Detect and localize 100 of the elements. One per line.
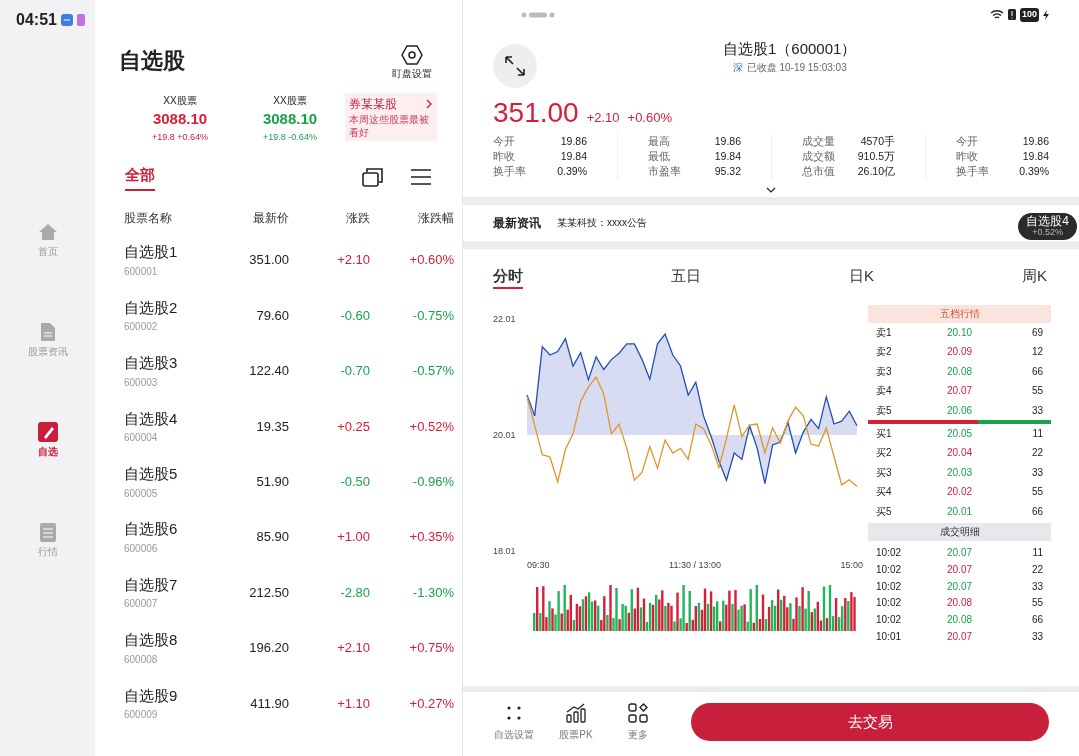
stock-price: 212.50: [248, 583, 289, 602]
promo-card[interactable]: 券某某股 本周这些股票最被看好: [345, 93, 437, 141]
index-name: XX股票: [273, 94, 307, 108]
order-volume: 11: [1031, 545, 1043, 560]
watch-settings-button[interactable]: 盯盘设置: [392, 44, 432, 81]
y-tick-label: 20.01: [493, 430, 516, 440]
chart-tab[interactable]: 日K: [848, 264, 874, 289]
bid-label: 买3: [876, 465, 893, 480]
chart-tab[interactable]: 分时: [493, 264, 523, 289]
trade-time: 10:02: [876, 613, 903, 628]
index-value: 3088.10: [262, 109, 318, 129]
stock-price: 122.40: [248, 362, 289, 381]
trade-detail-header: 成交明细: [868, 522, 1051, 541]
stat-label: 昨收: [493, 148, 515, 164]
stat-label: 换手率: [493, 163, 526, 179]
price-change: +2.10: [586, 109, 620, 127]
stock-price: 196.20: [248, 639, 289, 658]
order-price: 20.07: [947, 545, 972, 560]
stat-value: 0.39%: [1019, 163, 1049, 179]
stock-name: 自选股9: [124, 685, 179, 706]
stock-change: +2.10: [336, 251, 371, 270]
expand-button[interactable]: [493, 43, 537, 88]
order-volume: 33: [1030, 465, 1043, 480]
trade-time: 10:02: [876, 579, 903, 594]
stock-percent: +0.52%: [408, 417, 454, 436]
stock-name: 自选股6: [124, 519, 179, 540]
filter-tab[interactable]: 全部: [125, 164, 155, 191]
order-volume: 55: [1030, 384, 1043, 399]
order-book-header: 五档行情: [868, 305, 1051, 323]
stock-change: +2.10: [336, 639, 371, 658]
order-price: 20.08: [947, 613, 972, 628]
stock-change: -0.60: [339, 306, 371, 325]
order-volume: 55: [1030, 485, 1043, 500]
stock-price: 411.90: [249, 694, 289, 713]
chevron-right-icon: [425, 99, 433, 109]
trade-time: 10:01: [876, 629, 903, 644]
order-volume: 33: [1030, 629, 1043, 644]
stock-change: -0.70: [339, 362, 371, 381]
stock-percent: -0.75%: [411, 306, 454, 325]
menu-icon: [410, 167, 432, 188]
stock-price: 79.60: [255, 306, 289, 325]
trade-button[interactable]: 去交易: [691, 703, 1049, 741]
stock-change: +1.10: [336, 694, 371, 713]
news-headline[interactable]: 某某科技：xxxx公告: [557, 215, 647, 230]
bid-label: 买4: [876, 485, 893, 500]
stat-label: 最低: [648, 148, 670, 164]
list-icon: [37, 522, 58, 542]
stock-code: 600008: [124, 652, 159, 667]
stat-label: 今开: [956, 133, 978, 149]
stock-price: 85.90: [255, 528, 289, 547]
stock-percent: -0.96%: [411, 473, 454, 491]
home-icon: [37, 222, 58, 242]
ask-label: 卖2: [876, 345, 893, 360]
index-value: 3088.10: [152, 109, 208, 129]
status-time: 04:51: [16, 10, 57, 30]
stat-value: 19.86: [560, 133, 587, 149]
stat-value: 19.84: [560, 148, 587, 164]
ask-label: 卖3: [876, 364, 893, 379]
promo-text: 本周这些股票最被看好: [349, 113, 430, 139]
stock-code: 600006: [124, 541, 159, 556]
order-volume: 22: [1030, 562, 1043, 577]
column-header: 涨跌: [345, 209, 371, 227]
column-header: 股票名称: [124, 209, 173, 227]
settings-icon: [401, 44, 423, 66]
market-status: 已收盘 10-19 15:03:03: [746, 61, 847, 75]
order-volume: 69: [1030, 326, 1043, 340]
order-price: 20.09: [947, 345, 972, 360]
price-percent: +0.60%: [627, 109, 672, 127]
expand-icon: [504, 54, 526, 77]
order-volume: 55: [1030, 596, 1043, 611]
stock-code: 600004: [124, 431, 159, 446]
stock-percent: +0.60%: [408, 251, 454, 270]
floating-stock-badge[interactable]: 自选股4 +0.52%: [1018, 213, 1077, 241]
order-volume: 22: [1030, 446, 1043, 461]
toolbar-button[interactable]: 股票PK: [545, 702, 607, 742]
y-tick-label: 22.01: [493, 314, 516, 324]
time-axis-label: 09:30: [527, 559, 550, 572]
stat-label: 最高: [648, 133, 670, 149]
order-price: 20.02: [947, 485, 972, 500]
order-price: 20.07: [947, 562, 972, 577]
stock-percent: +0.27%: [408, 694, 454, 713]
order-volume: 33: [1030, 403, 1043, 418]
stat-label: 换手率: [956, 163, 989, 179]
ask-label: 卖1: [876, 326, 893, 340]
toolbar-button[interactable]: 自选设置: [483, 702, 545, 742]
stock-code: 600003: [124, 375, 159, 390]
toolbar-button[interactable]: 更多: [607, 702, 669, 742]
order-price: 20.06: [947, 403, 972, 418]
stock-title: 自选股1（600001）: [723, 38, 857, 59]
bid-label: 买2: [876, 446, 893, 461]
order-price: 20.07: [947, 579, 972, 594]
sidebar-item[interactable]: 自选: [37, 422, 58, 458]
trade-time: 10:02: [876, 545, 903, 560]
order-price: 20.07: [947, 384, 972, 399]
order-price: 20.01: [947, 504, 972, 519]
stock-code: 600001: [124, 264, 159, 279]
order-price: 20.04: [947, 446, 972, 461]
chart-tab[interactable]: 五日: [671, 264, 701, 289]
chart-tab[interactable]: 周K: [1021, 264, 1047, 289]
stat-label: 成交量: [802, 133, 835, 149]
